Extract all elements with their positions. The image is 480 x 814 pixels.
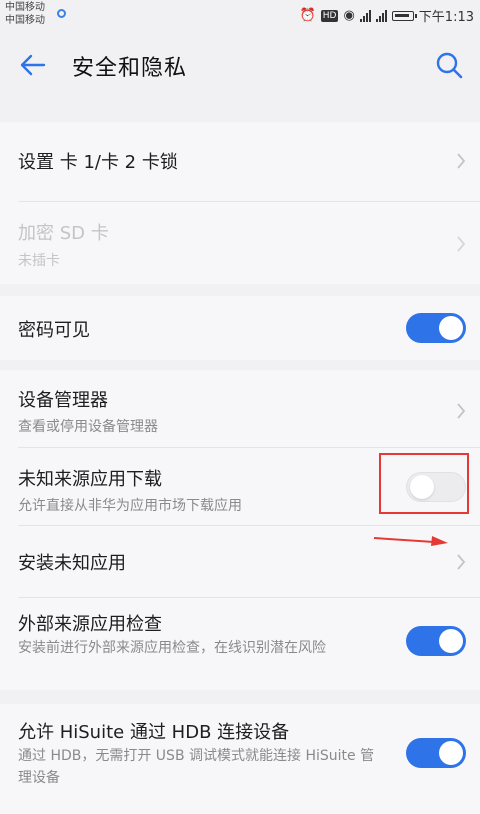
hisuite-sub: 通过 HDB，无需打开 USB 调试模式就能连接 HiSuite 管理设备 [18,748,375,786]
battery-icon [391,10,417,21]
status-icons: ⏰ HD ◉ 下午1:13 [300,6,474,25]
toggle-knob [439,629,463,653]
device-admin-sub: 查看或停用设备管理器 [18,419,158,435]
device-admin-label: 设备管理器 [18,390,108,411]
external-check-item[interactable]: 外部来源应用检查 安装前进行外部来源应用检查，在线识别潜在风险 [0,598,480,690]
toggle-knob [439,741,463,765]
card-install: 设备管理器 查看或停用设备管理器 未知来源应用下载 允许直接从非华为应用市场下载… [0,370,480,690]
signal-icon-2 [375,9,387,22]
sim-lock-label: 设置 卡 1/卡 2 卡锁 [18,152,178,173]
hisuite-toggle[interactable] [406,738,466,768]
device-admin-item[interactable]: 设备管理器 查看或停用设备管理器 [0,370,480,446]
hisuite-item[interactable]: 允许 HiSuite 通过 HDB 连接设备 通过 HDB，无需打开 USB 调… [0,704,480,814]
toggle-knob [439,316,463,340]
app-header: 安全和隐私 [0,30,480,100]
signal-icon [359,9,371,22]
password-visible-toggle[interactable] [406,313,466,343]
chevron-right-icon [457,403,466,419]
carrier-2: 中国移动 [5,15,45,26]
eye-icon: ◉ [343,8,355,23]
back-arrow-icon[interactable] [18,50,48,80]
hd-icon: HD [320,9,339,22]
sim-lock-item[interactable]: 设置 卡 1/卡 2 卡锁 [0,122,480,200]
external-check-label: 外部来源应用检查 [18,614,162,635]
install-unknown-label: 安装未知应用 [18,553,126,574]
search-icon[interactable] [434,50,464,80]
card-sim: 设置 卡 1/卡 2 卡锁 加密 SD 卡 未插卡 [0,122,480,284]
network-icon [57,9,66,18]
external-check-sub: 安装前进行外部来源应用检查，在线识别潜在风险 [18,640,326,656]
unknown-sources-sub: 允许直接从非华为应用市场下载应用 [18,498,242,514]
password-visible-label: 密码可见 [18,320,90,341]
carrier-1: 中国移动 [5,2,45,13]
sd-encrypt-label: 加密 SD 卡 [18,223,109,244]
status-time: 下午1:13 [418,10,474,25]
chevron-right-icon [457,153,466,169]
card-hisuite: 允许 HiSuite 通过 HDB 连接设备 通过 HDB，无需打开 USB 调… [0,704,480,814]
annotation-highlight-box [379,453,469,514]
sd-encrypt-sub: 未插卡 [18,253,60,269]
status-bar: 中国移动 中国移动 ⏰ HD ◉ 下午1:13 [0,0,480,30]
annotation-arrow-icon [373,536,448,546]
password-visible-item[interactable]: 密码可见 [0,296,480,360]
sd-encrypt-item: 加密 SD 卡 未插卡 [0,202,480,284]
card-password: 密码可见 [0,296,480,360]
unknown-sources-label: 未知来源应用下载 [18,469,162,490]
alarm-icon: ⏰ [299,8,316,23]
chevron-right-icon [457,236,466,252]
hisuite-label: 允许 HiSuite 通过 HDB 连接设备 [18,722,290,743]
chevron-right-icon [457,554,466,570]
external-check-toggle[interactable] [406,626,466,656]
page-title: 安全和隐私 [72,56,188,81]
